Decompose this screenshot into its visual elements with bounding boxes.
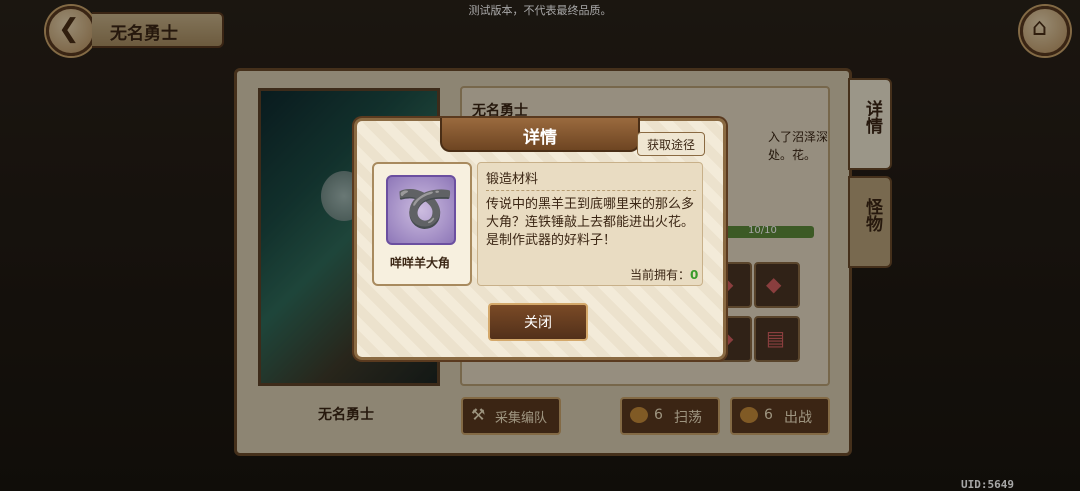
- ram-horn-icon: ➰: [396, 181, 454, 235]
- owned-count: 0: [690, 268, 699, 282]
- item-type: 锻造材料: [486, 172, 539, 187]
- owned-count-row: 当前拥有：0: [630, 266, 698, 283]
- modal-header: 详情: [440, 118, 640, 152]
- item-description: 传说中的黑羊王到底哪里来的那么多大角？连铁锤敲上去都能进出火花。是制作武器的好料…: [486, 197, 695, 248]
- get-way-button[interactable]: 获取途径: [637, 132, 705, 156]
- divider: [486, 190, 696, 192]
- item-name: 咩咩羊大角: [389, 256, 450, 270]
- close-label: 关闭: [524, 315, 552, 331]
- modal-title: 详情: [523, 128, 557, 148]
- get-way-label: 获取途径: [646, 138, 695, 152]
- close-button[interactable]: 关闭: [488, 303, 588, 341]
- item-icon-frame: ➰: [386, 175, 456, 245]
- owned-label: 当前拥有：: [630, 268, 691, 282]
